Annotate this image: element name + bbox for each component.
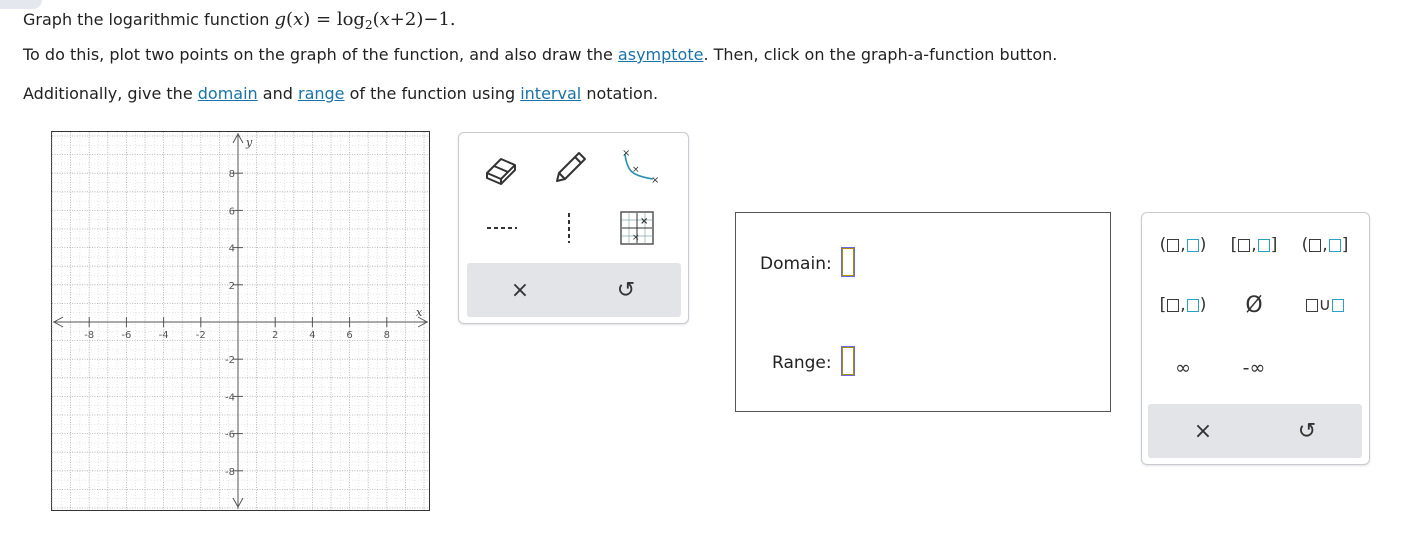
log-curve-tool[interactable]: × × × (609, 141, 665, 191)
range-label: Range: (772, 353, 832, 373)
close-icon: × (1193, 418, 1213, 444)
y-tick-label: -2 (225, 355, 235, 366)
close-icon: × (510, 277, 530, 303)
open-closed-interval-button[interactable]: (,] (1290, 230, 1360, 260)
answer-panel: Domain: Range: (735, 212, 1111, 412)
negative-infinity-button[interactable]: -∞ (1219, 353, 1289, 383)
eraser-tool[interactable] (473, 143, 529, 193)
log-curve-tool-icon: × × × (622, 148, 659, 186)
open-open-interval-button[interactable]: (,) (1148, 230, 1218, 260)
union-icon: ∪ (1318, 295, 1332, 315)
graph-toolbox: × × × × × × ↺ (458, 132, 689, 324)
closed-open-interval-button[interactable]: [,) (1148, 290, 1218, 320)
problem-text: Graph the logarithmic function (23, 10, 270, 29)
pencil-tool[interactable] (541, 141, 597, 191)
closed-closed-interval-button[interactable]: [,] (1219, 230, 1289, 260)
x-tick-label: -8 (84, 330, 94, 341)
svg-text:×: × (632, 233, 640, 243)
x-tick-label: 8 (384, 330, 390, 341)
interval-link[interactable]: interval (520, 84, 581, 103)
svg-text:×: × (632, 165, 640, 175)
keypad-undo-button[interactable]: ↺ (1272, 404, 1342, 458)
function-formula: g(x) = log2(x+2)−1. (274, 9, 456, 32)
graph-a-function-icon: × × (620, 211, 654, 245)
undo-icon: ↺ (616, 277, 636, 303)
pencil-icon (556, 152, 586, 182)
empty-set-icon: Ø (1245, 292, 1263, 318)
x-tick-label: -4 (159, 330, 169, 341)
y-tick-label: -4 (225, 392, 235, 403)
svg-text:×: × (640, 216, 648, 227)
instruction-graph: To do this, plot two points on the graph… (23, 45, 1058, 64)
horizontal-asymptote-tool[interactable] (473, 203, 529, 253)
y-axis-label: y (245, 136, 253, 149)
y-tick-label: 8 (229, 169, 235, 180)
graph-a-function-button[interactable]: × × (609, 203, 665, 253)
vertical-dashed-line-icon (568, 213, 570, 243)
vertical-asymptote-tool[interactable] (541, 203, 597, 253)
domain-link[interactable]: domain (198, 84, 258, 103)
graph-undo-button[interactable]: ↺ (591, 263, 661, 317)
x-tick-label: -6 (121, 330, 131, 341)
x-axis-label: x (416, 306, 423, 319)
horizontal-dashed-line-icon (487, 227, 517, 229)
union-button[interactable]: ∪ (1290, 290, 1360, 320)
infinity-button[interactable]: ∞ (1148, 353, 1218, 383)
graph-tool-actions: × ↺ (467, 263, 681, 317)
x-tick-label: -2 (196, 330, 206, 341)
interval-keypad: (,) [,] (,] [,) Ø ∪ ∞ -∞ × ↺ (1141, 212, 1370, 465)
range-link[interactable]: range (298, 84, 345, 103)
keypad-clear-button[interactable]: × (1168, 404, 1238, 458)
range-input[interactable] (841, 346, 855, 376)
svg-text:×: × (622, 148, 630, 159)
header-tab-accent (0, 0, 42, 9)
infinity-icon: ∞ (1175, 357, 1191, 379)
undo-icon: ↺ (1297, 418, 1317, 444)
negative-infinity-icon: -∞ (1242, 357, 1266, 379)
eraser-icon (486, 158, 516, 185)
graph-clear-button[interactable]: × (485, 263, 555, 317)
y-tick-label: -6 (225, 430, 235, 441)
y-tick-label: 4 (229, 244, 235, 255)
y-tick-label: -8 (225, 467, 235, 478)
y-tick-label: 6 (229, 206, 235, 217)
instruction-domain-range: Additionally, give the domain and range … (23, 84, 659, 103)
problem-statement: Graph the logarithmic function g(x) = lo… (23, 9, 456, 32)
x-tick-label: 6 (346, 330, 352, 341)
coordinate-graph[interactable]: -8 -6 -4 -2 2 4 6 8 8 6 4 2 -2 -4 -6 -8 x y (51, 131, 430, 511)
asymptote-link[interactable]: asymptote (618, 45, 704, 64)
empty-set-button[interactable]: Ø (1219, 290, 1289, 320)
svg-text:×: × (651, 175, 659, 186)
x-tick-label: 4 (309, 330, 315, 341)
y-tick-label: 2 (229, 281, 235, 292)
domain-input[interactable] (841, 247, 855, 277)
keypad-actions: × ↺ (1148, 404, 1362, 458)
domain-label: Domain: (760, 254, 832, 274)
x-tick-label: 2 (272, 330, 278, 341)
